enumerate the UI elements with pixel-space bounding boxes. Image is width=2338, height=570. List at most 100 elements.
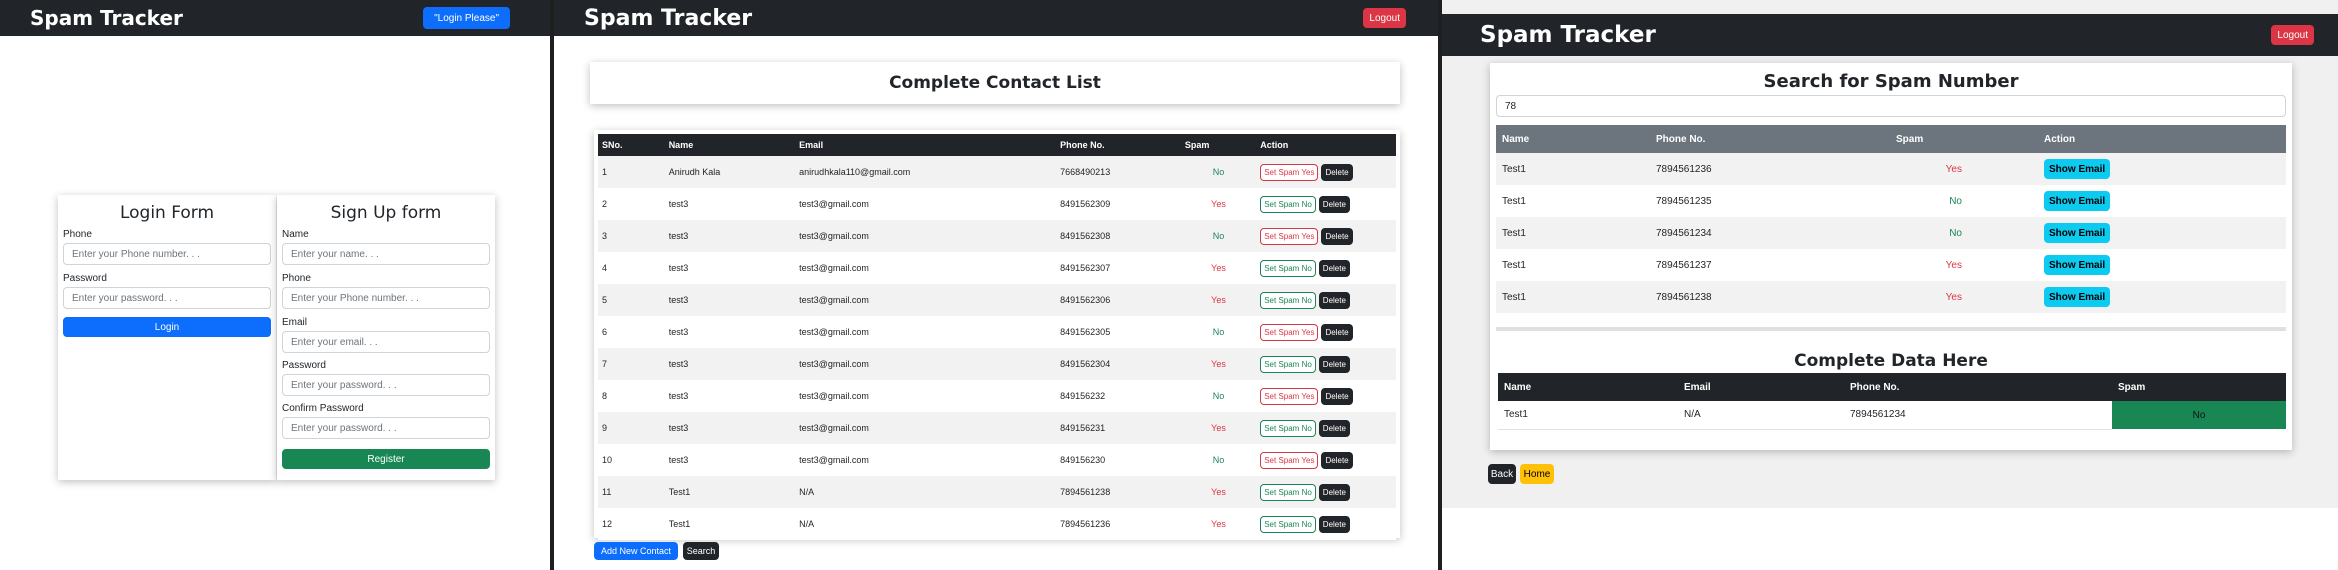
cell-name: test3 — [668, 263, 689, 273]
table-row: 5 test3 test3@gmail.com 8491562306 Yes Set Sp… — [598, 284, 1396, 316]
cell-spam: No — [1212, 327, 1225, 337]
name-label: Name — [282, 229, 309, 240]
table-row: 1 Anirudh Kala anirudhkala110@gmail.com 766… — [598, 156, 1396, 188]
confirm-password-input[interactable]: Enter your password. . . — [282, 417, 490, 439]
table-row: Test1 7894561238 Yes Show Email — [1496, 281, 2286, 313]
toggle-spam-button[interactable]: Set Spam Yes — [1260, 163, 1319, 181]
toggle-spam-button[interactable]: Set Spam No — [1260, 259, 1316, 277]
cell-email: test3@gmail.com — [799, 423, 869, 433]
table-row: Test1 N/A 7894561234 No — [1498, 401, 2286, 430]
signup-phone-input[interactable]: Enter your Phone number. . . — [282, 287, 490, 309]
signup-email-input[interactable]: Enter your email. . . — [282, 331, 490, 353]
delete-button[interactable]: Delete — [1321, 163, 1353, 181]
cell-spam: No — [1212, 167, 1225, 177]
cell-email: N/A — [799, 519, 815, 529]
toggle-spam-button[interactable]: Set Spam No — [1260, 419, 1316, 437]
show-email-button[interactable]: Show Email — [2044, 223, 2111, 243]
detail-phone: 7894561234 — [1844, 401, 2112, 430]
delete-button[interactable]: Delete — [1321, 227, 1353, 245]
delete-button[interactable]: Delete — [1318, 355, 1350, 373]
toggle-spam-button[interactable]: Set Spam Yes — [1260, 387, 1319, 405]
login-button[interactable]: Login — [63, 317, 271, 337]
column-header: Phone No. — [1850, 381, 1900, 393]
register-button[interactable]: Register — [282, 449, 490, 469]
table-row: Test1 7894561236 Yes Show Email — [1496, 153, 2286, 185]
cell-action: Set Spam No Delete — [1256, 348, 1396, 380]
table-row: 9 test3 test3@gmail.com 849156231 Yes Set Spa… — [598, 412, 1396, 444]
cell-action: Set Spam No Delete — [1256, 508, 1396, 540]
cell-spam: Yes — [1211, 487, 1226, 497]
contact-table-card: SNo. Name Email Phone No. Spam Action 1 Anirud… — [594, 130, 1400, 540]
cell-name: Test1 — [1502, 195, 1526, 207]
show-email-button[interactable]: Show Email — [2044, 287, 2111, 307]
add-new-contact-button[interactable]: Add New Contact — [594, 542, 678, 560]
brand-logo[interactable]: Spam Tracker — [30, 6, 183, 30]
table-row: 7 test3 test3@gmail.com 8491562304 Yes Set Sp… — [598, 348, 1396, 380]
toggle-spam-button[interactable]: Set Spam No — [1260, 515, 1316, 533]
login-please-button[interactable]: "Login Please" — [423, 7, 510, 29]
cell-email: test3@gmail.com — [799, 359, 869, 369]
show-email-button[interactable]: Show Email — [2044, 255, 2111, 275]
table-row: 2 test3 test3@gmail.com 8491562309 Yes Set Sp… — [598, 188, 1396, 220]
cell-sno: 7 — [602, 359, 608, 369]
detail-name: Test1 — [1498, 401, 1678, 430]
cell-action: Set Spam No Delete — [1256, 412, 1396, 444]
confirm-password-label: Confirm Password — [282, 403, 364, 414]
search-button[interactable]: Search — [683, 542, 719, 560]
toggle-spam-button[interactable]: Set Spam Yes — [1260, 323, 1319, 341]
cell-email: test3@gmail.com — [799, 295, 869, 305]
brand-logo[interactable]: Spam Tracker — [1480, 22, 1656, 48]
cell-name: Test1 — [668, 487, 691, 497]
toggle-spam-button[interactable]: Set Spam No — [1260, 291, 1316, 309]
cell-name: test3 — [668, 327, 689, 337]
column-header: Action — [2044, 133, 2076, 145]
column-header: Name — [1504, 381, 1532, 393]
column-header: Spam — [2118, 381, 2146, 393]
cell-spam: Yes — [1211, 263, 1226, 273]
logout-button[interactable]: Logout — [2271, 25, 2314, 45]
back-button[interactable]: Back — [1488, 464, 1516, 484]
table-header: SNo. Name Email Phone No. Spam Action — [598, 134, 1396, 156]
cell-sno: 8 — [602, 391, 608, 401]
login-phone-input[interactable]: Enter your Phone number. . . — [63, 243, 271, 265]
toggle-spam-button[interactable]: Set Spam Yes — [1260, 227, 1319, 245]
toggle-spam-button[interactable]: Set Spam No — [1260, 355, 1316, 373]
toggle-spam-button[interactable]: Set Spam Yes — [1260, 451, 1319, 469]
search-results-table: Name Phone No. Spam Action Test1 7894561236 Y… — [1496, 125, 2286, 313]
delete-button[interactable]: Delete — [1318, 515, 1350, 533]
delete-button[interactable]: Delete — [1321, 451, 1353, 469]
delete-button[interactable]: Delete — [1318, 259, 1350, 277]
table-row: 10 test3 test3@gmail.com 849156230 No Set Spa… — [598, 444, 1396, 476]
table-row: Test1 7894561234 No Show Email — [1496, 217, 2286, 249]
cell-action: Set Spam Yes Delete — [1256, 316, 1396, 348]
cell-phone: 7894561236 — [1060, 519, 1111, 529]
delete-button[interactable]: Delete — [1321, 387, 1353, 405]
column-header: Action — [1260, 140, 1289, 150]
delete-button[interactable]: Delete — [1318, 195, 1350, 213]
cell-phone: 7894561235 — [1656, 195, 1712, 207]
logout-button[interactable]: Logout — [1363, 8, 1406, 28]
table-header: Name Email Phone No. Spam — [1498, 373, 2286, 401]
cell-spam: No — [1212, 455, 1225, 465]
signup-name-input[interactable]: Enter your name. . . — [282, 243, 490, 265]
show-email-button[interactable]: Show Email — [2044, 191, 2111, 211]
column-header: Name — [1502, 133, 1530, 145]
delete-button[interactable]: Delete — [1318, 291, 1350, 309]
show-email-button[interactable]: Show Email — [2044, 159, 2111, 179]
toggle-spam-button[interactable]: Set Spam No — [1260, 195, 1316, 213]
cell-sno: 6 — [602, 327, 608, 337]
contact-list-title: Complete Contact List — [889, 73, 1101, 93]
delete-button[interactable]: Delete — [1318, 419, 1350, 437]
login-password-input[interactable]: Enter your password. . . — [63, 287, 271, 309]
brand-logo[interactable]: Spam Tracker — [584, 6, 752, 31]
cell-action: Show Email — [2038, 153, 2286, 185]
search-input[interactable]: 78 — [1496, 95, 2286, 117]
cell-action: Show Email — [2038, 281, 2286, 313]
signup-password-input[interactable]: Enter your password. . . — [282, 374, 490, 396]
delete-button[interactable]: Delete — [1321, 323, 1353, 341]
home-button[interactable]: Home — [1520, 464, 1554, 484]
delete-button[interactable]: Delete — [1318, 483, 1350, 501]
toggle-spam-button[interactable]: Set Spam No — [1260, 483, 1316, 501]
cell-spam: No — [1949, 227, 1962, 239]
cell-phone: 8491562306 — [1060, 295, 1111, 305]
